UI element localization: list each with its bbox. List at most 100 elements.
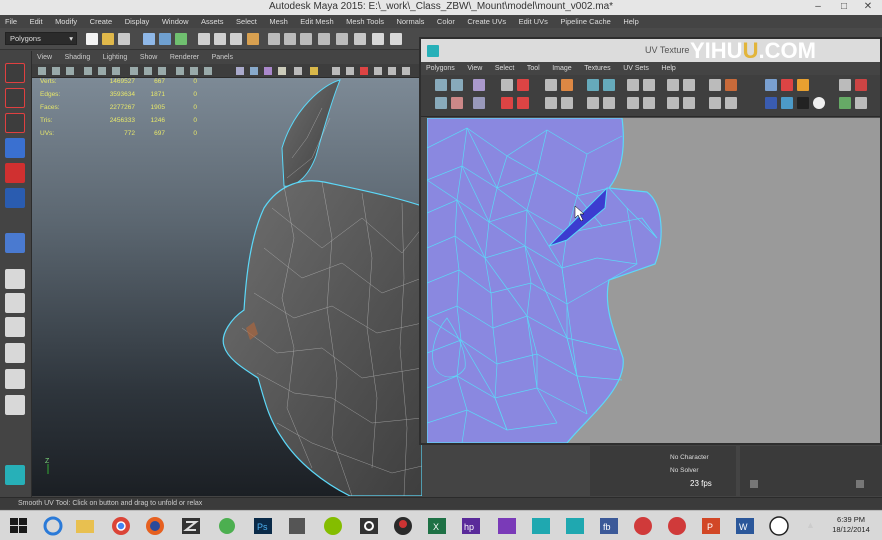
spotify-icon[interactable] bbox=[320, 514, 346, 538]
solver-value[interactable]: No Solver bbox=[670, 467, 699, 474]
menu-assets[interactable]: Assets bbox=[196, 15, 229, 28]
dim-image-icon[interactable] bbox=[781, 79, 793, 91]
word-icon[interactable]: W bbox=[732, 514, 758, 538]
uv-smudge-tool-icon[interactable] bbox=[473, 79, 485, 91]
menu-pipeline-cache[interactable]: Pipeline Cache bbox=[555, 15, 615, 28]
sew-uv-edges-icon[interactable] bbox=[561, 79, 573, 91]
uv-menu-polygons[interactable]: Polygons bbox=[421, 62, 460, 75]
clear-isolate-icon[interactable] bbox=[683, 97, 695, 109]
uv-mode-icon[interactable] bbox=[247, 33, 259, 45]
select-tool-icon[interactable] bbox=[5, 63, 25, 83]
open-scene-icon[interactable] bbox=[102, 33, 114, 45]
uv-menu-select[interactable]: Select bbox=[490, 62, 519, 75]
cut-uv-edges-icon[interactable] bbox=[545, 79, 557, 91]
menu-mesh-tools[interactable]: Mesh Tools bbox=[341, 15, 389, 28]
menu-create-uvs[interactable]: Create UVs bbox=[462, 15, 511, 28]
edge-mode-icon[interactable] bbox=[214, 33, 226, 45]
tray-expand-icon[interactable]: ▲ bbox=[806, 520, 816, 530]
persp-outliner-layout-icon[interactable] bbox=[5, 317, 25, 337]
align-uv-max-v-icon[interactable] bbox=[643, 79, 655, 91]
texture-borders-icon[interactable] bbox=[765, 79, 777, 91]
photoshop-icon[interactable]: Ps bbox=[250, 514, 276, 538]
unfold-uv-icon[interactable] bbox=[587, 79, 599, 91]
select-component-icon[interactable] bbox=[175, 33, 187, 45]
app-dark-icon[interactable] bbox=[390, 514, 416, 538]
app-icon[interactable] bbox=[284, 514, 310, 538]
snap-grid-icon[interactable] bbox=[268, 33, 280, 45]
maya-icon[interactable] bbox=[562, 514, 588, 538]
panel-menu-lighting[interactable]: Lighting bbox=[98, 51, 133, 64]
menu-set-dropdown[interactable]: Polygons ▾ bbox=[5, 32, 77, 45]
persp-uv-layout-icon[interactable] bbox=[5, 369, 25, 389]
isolate-select-icon[interactable] bbox=[667, 79, 679, 91]
four-view-layout-icon[interactable] bbox=[5, 293, 25, 313]
menu-color[interactable]: Color bbox=[432, 15, 460, 28]
persp-graph-layout-icon[interactable] bbox=[5, 343, 25, 363]
vertex-mode-icon[interactable] bbox=[198, 33, 210, 45]
use-image-ratio-icon[interactable] bbox=[839, 79, 851, 91]
split-uvs-icon[interactable] bbox=[545, 97, 557, 109]
maximize-button[interactable]: □ bbox=[832, 0, 856, 15]
display-rgb-icon[interactable] bbox=[797, 79, 809, 91]
ipr-render-icon[interactable] bbox=[390, 33, 402, 45]
menu-file[interactable]: File bbox=[0, 15, 22, 28]
menu-mesh[interactable]: Mesh bbox=[264, 15, 292, 28]
history-icon[interactable] bbox=[354, 33, 366, 45]
image-range-icon[interactable] bbox=[797, 97, 809, 109]
toggle-grid-icon[interactable] bbox=[709, 79, 721, 91]
lasso-tool-icon[interactable] bbox=[5, 88, 25, 108]
menu-edit[interactable]: Edit bbox=[25, 15, 48, 28]
menu-normals[interactable]: Normals bbox=[391, 15, 429, 28]
flip-uv-vertical-icon[interactable] bbox=[517, 97, 529, 109]
menu-display[interactable]: Display bbox=[120, 15, 155, 28]
panel-menu-renderer[interactable]: Renderer bbox=[165, 51, 204, 64]
move-uv-shell-icon[interactable] bbox=[451, 79, 463, 91]
unreal-engine-icon[interactable] bbox=[766, 514, 792, 538]
file-explorer-icon[interactable] bbox=[72, 514, 98, 538]
image-ratio-icon[interactable] bbox=[813, 97, 825, 109]
align-uv-min-u-icon[interactable] bbox=[587, 97, 599, 109]
viewport-toolbar-icons[interactable] bbox=[32, 64, 420, 78]
uv-menu-help[interactable]: Help bbox=[656, 62, 680, 75]
maya-icon[interactable] bbox=[528, 514, 554, 538]
hypershade-layout-icon[interactable] bbox=[5, 395, 25, 415]
align-uv-max-u-icon[interactable] bbox=[603, 97, 615, 109]
view-transform-icon[interactable] bbox=[855, 97, 867, 109]
panel-menu-shading[interactable]: Shading bbox=[60, 51, 96, 64]
single-perspective-layout-icon[interactable] bbox=[5, 269, 25, 289]
powerpoint-icon[interactable]: P bbox=[698, 514, 724, 538]
excel-icon[interactable]: X bbox=[424, 514, 450, 538]
rotate-tool-icon[interactable] bbox=[5, 163, 25, 183]
firefox-icon[interactable] bbox=[142, 514, 168, 538]
uv-lattice-tool-icon[interactable] bbox=[435, 79, 447, 91]
uv-menu-image[interactable]: Image bbox=[547, 62, 576, 75]
flip-uv-horizontal-icon[interactable] bbox=[501, 79, 513, 91]
select-shortest-edge-path-icon[interactable] bbox=[473, 97, 485, 109]
grid-uv-icon[interactable] bbox=[627, 97, 639, 109]
rotate-uv-cw-icon[interactable] bbox=[501, 97, 513, 109]
panel-menu-show[interactable]: Show bbox=[135, 51, 163, 64]
remove-from-isolate-icon[interactable] bbox=[667, 97, 679, 109]
select-object-icon[interactable] bbox=[159, 33, 171, 45]
zbrush-icon[interactable] bbox=[178, 514, 204, 538]
app-q-icon[interactable] bbox=[356, 514, 382, 538]
snapshot-icon[interactable] bbox=[643, 97, 655, 109]
internet-explorer-icon[interactable] bbox=[40, 514, 66, 538]
app-purple-icon[interactable] bbox=[494, 514, 520, 538]
scale-tool-icon[interactable] bbox=[5, 188, 25, 208]
facebook-icon[interactable]: fb bbox=[596, 514, 622, 538]
checker-map-icon[interactable] bbox=[765, 97, 777, 109]
add-to-isolate-icon[interactable] bbox=[683, 79, 695, 91]
display-alpha-icon[interactable] bbox=[781, 97, 793, 109]
align-uv-min-v-icon[interactable] bbox=[627, 79, 639, 91]
menu-select[interactable]: Select bbox=[231, 15, 262, 28]
app-s-icon[interactable] bbox=[630, 514, 656, 538]
rotate-uv-ccw-icon[interactable] bbox=[517, 79, 529, 91]
save-scene-icon[interactable] bbox=[118, 33, 130, 45]
move-tool-icon[interactable] bbox=[5, 138, 25, 158]
select-hierarchy-icon[interactable] bbox=[143, 33, 155, 45]
menu-create[interactable]: Create bbox=[85, 15, 118, 28]
new-scene-icon[interactable] bbox=[86, 33, 98, 45]
gamma-icon[interactable] bbox=[839, 97, 851, 109]
key-icon[interactable] bbox=[750, 480, 758, 488]
